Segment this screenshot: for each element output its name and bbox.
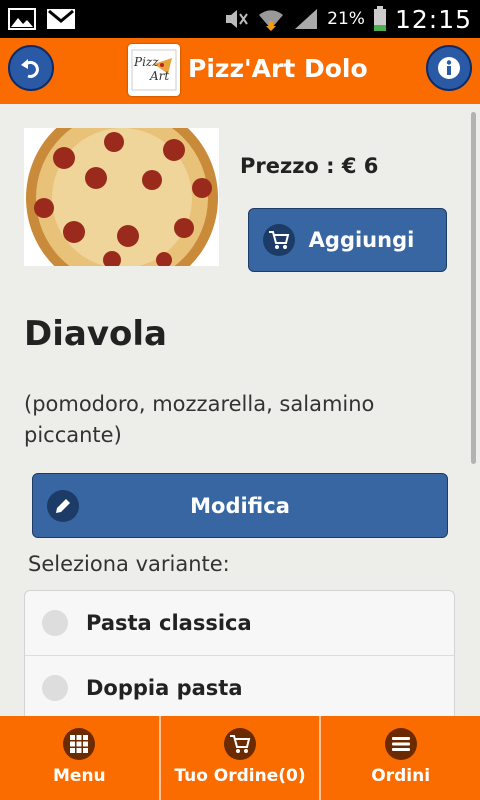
variant-option[interactable]: Doppia pasta bbox=[25, 656, 454, 716]
price-label: Prezzo : € 6 bbox=[240, 154, 379, 178]
tab-label: Menu bbox=[53, 766, 106, 786]
variant-list: Pasta classica Doppia pasta bbox=[24, 590, 455, 716]
radio-button[interactable] bbox=[42, 675, 68, 701]
add-button-label: Aggiungi bbox=[308, 228, 415, 252]
product-detail: Prezzo : € 6 Aggiungi Diavola (pomodoro,… bbox=[0, 104, 480, 716]
cart-icon bbox=[263, 224, 295, 256]
variant-section-label: Seleziona variante: bbox=[28, 552, 230, 576]
product-description: (pomodoro, mozzarella, salamino piccante… bbox=[24, 392, 375, 447]
back-button[interactable] bbox=[8, 45, 54, 91]
bottom-nav: Menu Tuo Ordine(0) Ordini bbox=[0, 716, 480, 800]
back-arrow-icon bbox=[21, 59, 39, 78]
app-logo: Pizz Art bbox=[128, 44, 180, 96]
gallery-notification-icon bbox=[8, 8, 36, 30]
variant-option[interactable]: Pasta classica bbox=[25, 591, 454, 656]
pizza-image bbox=[24, 128, 219, 266]
list-icon bbox=[384, 728, 417, 760]
app-title: Pizz'Art Dolo bbox=[188, 54, 368, 83]
tab-menu[interactable]: Menu bbox=[0, 716, 161, 800]
tab-label: Ordini bbox=[371, 766, 431, 786]
svg-text:Pizz: Pizz bbox=[133, 55, 159, 69]
modify-button-label: Modifica bbox=[190, 493, 290, 518]
info-icon bbox=[438, 57, 460, 79]
add-to-cart-button[interactable]: Aggiungi bbox=[248, 208, 447, 272]
variant-label: Doppia pasta bbox=[86, 676, 243, 700]
clock: 12:15 bbox=[394, 4, 472, 34]
info-button[interactable] bbox=[426, 45, 472, 91]
tab-order[interactable]: Tuo Ordine(0) bbox=[161, 716, 322, 800]
wifi-icon bbox=[259, 10, 284, 31]
cart-icon bbox=[224, 728, 256, 760]
tab-label: Tuo Ordine(0) bbox=[174, 766, 306, 786]
grid-icon bbox=[63, 728, 96, 760]
radio-button[interactable] bbox=[42, 610, 68, 636]
tab-orders[interactable]: Ordini bbox=[321, 716, 480, 800]
status-bar: 21% 12:15 bbox=[0, 0, 480, 38]
battery-icon bbox=[373, 6, 386, 31]
svg-text:Art: Art bbox=[149, 69, 169, 83]
pencil-icon bbox=[47, 489, 79, 522]
scrollbar[interactable] bbox=[471, 112, 476, 464]
mute-icon bbox=[226, 10, 248, 28]
signal-icon bbox=[295, 9, 318, 29]
app-header: Pizz Art Pizz'Art Dolo bbox=[0, 38, 480, 104]
product-name: Diavola bbox=[24, 314, 167, 354]
variant-label: Pasta classica bbox=[86, 611, 252, 635]
modify-button[interactable]: Modifica bbox=[32, 473, 448, 538]
mail-notification-icon bbox=[47, 9, 75, 29]
battery-percent: 21% bbox=[327, 9, 365, 29]
